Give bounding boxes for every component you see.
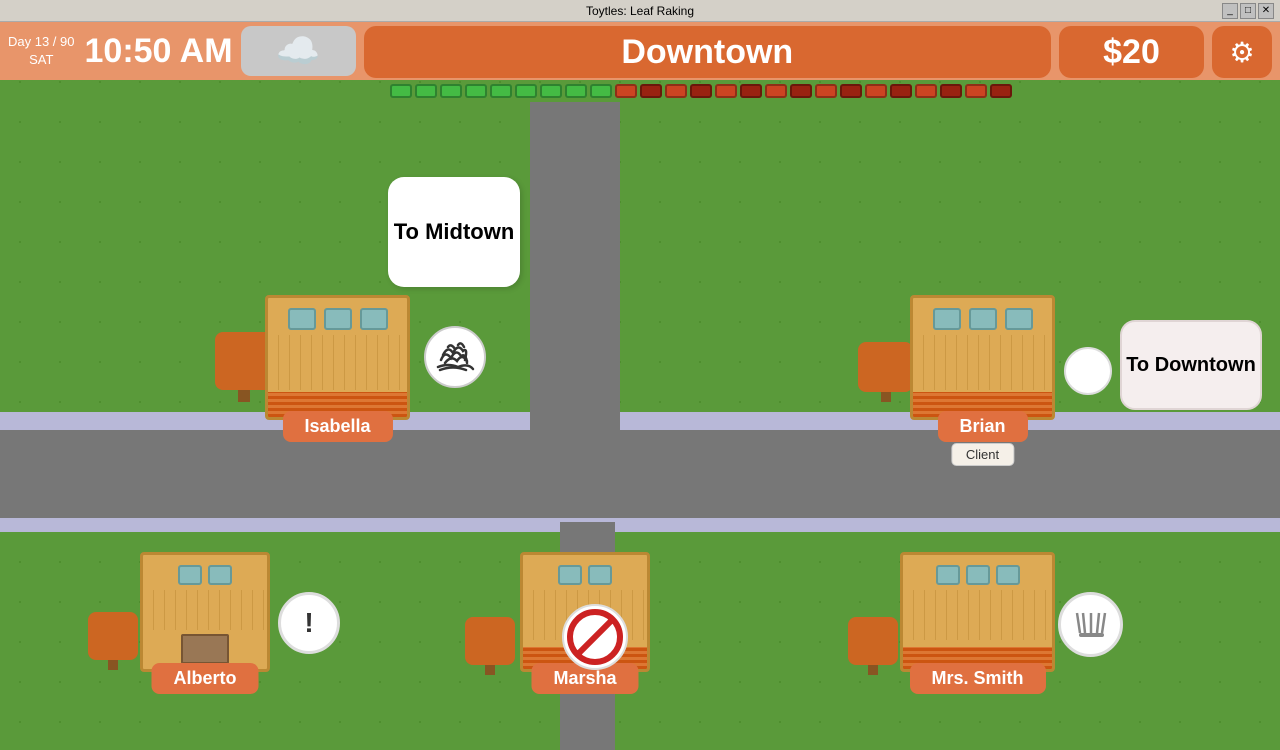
progress-pip <box>940 84 962 98</box>
progress-pip <box>490 84 512 98</box>
titlebar: Toytles: Leaf Raking _ □ ✕ <box>0 0 1280 22</box>
house-isabella[interactable]: Isabella <box>265 295 410 420</box>
day-time-section: Day 13 / 90 SAT 10:50 AM <box>8 26 233 76</box>
progress-pip <box>640 84 662 98</box>
progress-pip <box>790 84 812 98</box>
tree-mrs-smith-left <box>848 617 898 675</box>
to-midtown-label: To Midtown <box>394 219 515 245</box>
road-horizontal <box>0 430 1280 518</box>
progress-pip <box>765 84 787 98</box>
progress-pip <box>540 84 562 98</box>
money-label: $20 <box>1103 33 1160 72</box>
money-display: $20 <box>1059 26 1204 78</box>
tree-brian-left <box>858 342 913 402</box>
alberto-speech-bubble: ! <box>278 592 340 654</box>
mrs-smith-badge: Mrs. Smith <box>909 663 1045 694</box>
minimize-button[interactable]: _ <box>1222 3 1238 19</box>
progress-pip <box>715 84 737 98</box>
progress-pip <box>665 84 687 98</box>
brian-badge: Brian <box>937 411 1027 442</box>
progress-pip <box>565 84 587 98</box>
to-downtown-sign[interactable]: To Downtown <box>1120 320 1262 410</box>
progress-pip <box>990 84 1012 98</box>
leaf-pile-icon <box>420 322 490 392</box>
day-info: Day 13 / 90 SAT <box>8 33 75 69</box>
window-title: Toytles: Leaf Raking <box>586 4 694 18</box>
progress-pip <box>415 84 437 98</box>
location-label: Downtown <box>621 33 793 72</box>
maximize-button[interactable]: □ <box>1240 3 1256 19</box>
titlebar-buttons: _ □ ✕ <box>1222 3 1274 19</box>
to-midtown-sign[interactable]: To Midtown <box>388 177 520 287</box>
tree-alberto-left <box>88 612 138 670</box>
brian-client-badge: Client <box>951 443 1014 466</box>
location-banner: Downtown <box>364 26 1051 78</box>
progress-pip <box>515 84 537 98</box>
header-bar: Day 13 / 90 SAT 10:50 AM ☁️ Downtown $20… <box>0 22 1280 80</box>
road-vertical-top <box>530 102 620 442</box>
close-button[interactable]: ✕ <box>1258 3 1274 19</box>
isabella-badge: Isabella <box>282 411 392 442</box>
progress-pip <box>615 84 637 98</box>
house-alberto[interactable]: Alberto <box>140 552 270 672</box>
house-mrs-smith[interactable]: Mrs. Smith <box>900 552 1055 672</box>
progress-pip <box>690 84 712 98</box>
progress-pip <box>965 84 987 98</box>
day-label: Day 13 / 90 <box>8 33 75 51</box>
settings-button[interactable]: ⚙ <box>1212 26 1272 78</box>
progress-pip <box>890 84 912 98</box>
alberto-badge: Alberto <box>152 663 259 694</box>
marsha-no-sign <box>560 602 630 672</box>
progress-bar <box>390 84 1012 98</box>
progress-pip <box>590 84 612 98</box>
time-display: 10:50 AM <box>85 32 233 71</box>
progress-pip <box>465 84 487 98</box>
to-downtown-bubble-small <box>1064 347 1112 395</box>
progress-pip <box>840 84 862 98</box>
progress-pip <box>390 84 412 98</box>
progress-pip <box>865 84 887 98</box>
weekday-label: SAT <box>8 51 75 69</box>
progress-pip <box>915 84 937 98</box>
tree-marsha-left <box>465 617 515 675</box>
mrs-smith-rake-bubble <box>1058 592 1123 657</box>
to-downtown-label: To Downtown <box>1126 354 1256 377</box>
progress-pip <box>815 84 837 98</box>
progress-pip <box>740 84 762 98</box>
game-area: Day 13 / 90 SAT 10:50 AM ☁️ Downtown $20… <box>0 22 1280 750</box>
house-brian[interactable]: Brian Client <box>910 295 1055 420</box>
weather-widget: ☁️ <box>241 26 356 76</box>
progress-pip <box>440 84 462 98</box>
